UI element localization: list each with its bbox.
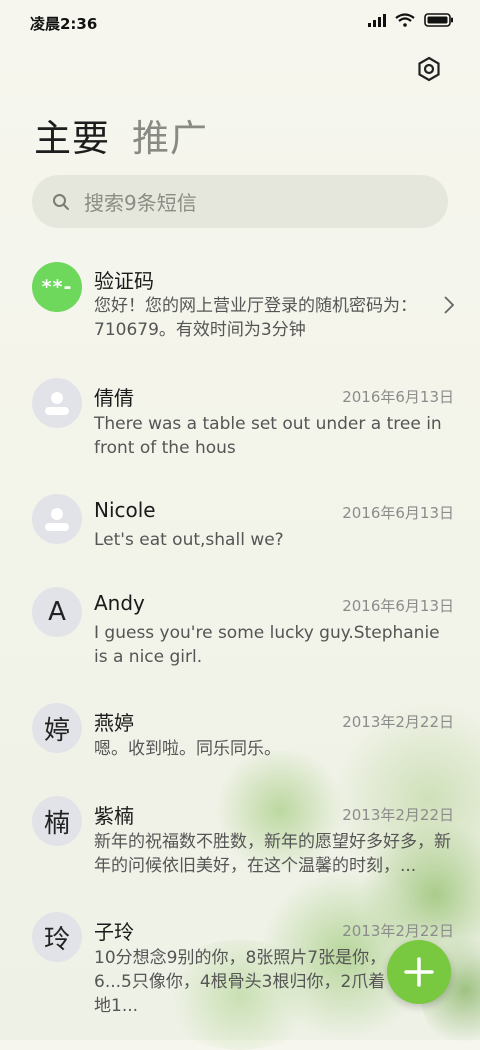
conversation-item[interactable]: Nicole 2016年6月13日 Let's eat out,shall we… (0, 494, 480, 574)
avatar (32, 494, 82, 544)
message-date: 2013年2月22日 (342, 713, 454, 731)
battery-icon (424, 13, 453, 27)
contact-name: 倩倩 (94, 386, 134, 410)
conversation-item[interactable]: **- 验证码 您好！您的网上营业厅登录的随机密码为：710679。有效时间为3… (0, 258, 480, 358)
tab-bar: 主要 推广 (34, 108, 208, 162)
status-time: 凌晨2:36 (30, 15, 98, 33)
conversation-item[interactable]: 婷 燕婷 2013年2月22日 嗯。收到啦。同乐同乐。 (0, 703, 480, 783)
message-date: 2013年2月22日 (342, 806, 454, 824)
avatar-text: **- (41, 276, 73, 298)
message-preview: I guess you're some lucky guy.Stephanie … (94, 623, 440, 667)
avatar: A (32, 587, 82, 637)
message-preview: 新年的祝福数不胜数，新年的愿望好多好多，新年的问候依旧美好，在这个温馨的时刻，.… (94, 832, 451, 876)
message-preview: 10分想念9别的你，8张照片7张是你，6...5只像你，4根骨头3根归你，2爪着… (94, 948, 387, 1016)
conversation-item[interactable]: 楠 紫楠 2013年2月22日 新年的祝福数不胜数，新年的愿望好多好多，新年的问… (0, 796, 480, 896)
signal-icon (368, 13, 386, 27)
tab-promotions[interactable]: 推广 (132, 108, 208, 162)
message-date: 2016年6月13日 (342, 388, 454, 406)
avatar-text: A (48, 597, 66, 627)
contact-name: Nicole (94, 498, 156, 522)
status-bar: 凌晨2:36 (0, 0, 480, 44)
message-preview: There was a table set out under a tree i… (94, 414, 442, 458)
avatar: 玲 (32, 912, 82, 962)
avatar (32, 378, 82, 428)
avatar: **- (32, 262, 82, 312)
contact-name: 紫楠 (94, 804, 134, 828)
new-message-button[interactable] (387, 940, 451, 1004)
wifi-icon (395, 13, 415, 27)
plus-icon (404, 957, 434, 987)
conversation-item[interactable]: A Andy 2016年6月13日 I guess you're some lu… (0, 587, 480, 687)
status-icons (368, 13, 454, 27)
contact-name: 子玲 (94, 920, 134, 944)
message-preview: Let's eat out,shall we? (94, 530, 284, 550)
avatar-text: 玲 (43, 924, 70, 955)
message-preview: 您好！您的网上营业厅登录的随机密码为：710679。有效时间为3分钟 (94, 296, 417, 340)
message-preview: 嗯。收到啦。同乐同乐。 (94, 739, 281, 759)
contact-name: 燕婷 (94, 711, 134, 735)
contact-name: 验证码 (94, 269, 154, 293)
settings-hexagon-icon[interactable] (416, 56, 442, 82)
contact-name: Andy (94, 591, 145, 615)
avatar-text: 楠 (43, 808, 70, 839)
search-placeholder: 搜索9条短信 (84, 191, 197, 215)
search-input[interactable]: 搜索9条短信 (32, 175, 448, 228)
person-icon (45, 508, 69, 531)
avatar-text: 婷 (43, 715, 70, 746)
conversation-item[interactable]: 倩倩 2016年6月13日 There was a table set out … (0, 376, 480, 476)
message-date: 2016年6月13日 (342, 504, 454, 522)
chevron-right-icon (444, 296, 454, 314)
search-icon (53, 193, 69, 210)
avatar: 婷 (32, 703, 82, 753)
avatar: 楠 (32, 796, 82, 846)
tab-primary[interactable]: 主要 (34, 108, 110, 162)
message-date: 2016年6月13日 (342, 597, 454, 615)
person-icon (45, 392, 69, 415)
message-date: 2013年2月22日 (342, 922, 454, 940)
